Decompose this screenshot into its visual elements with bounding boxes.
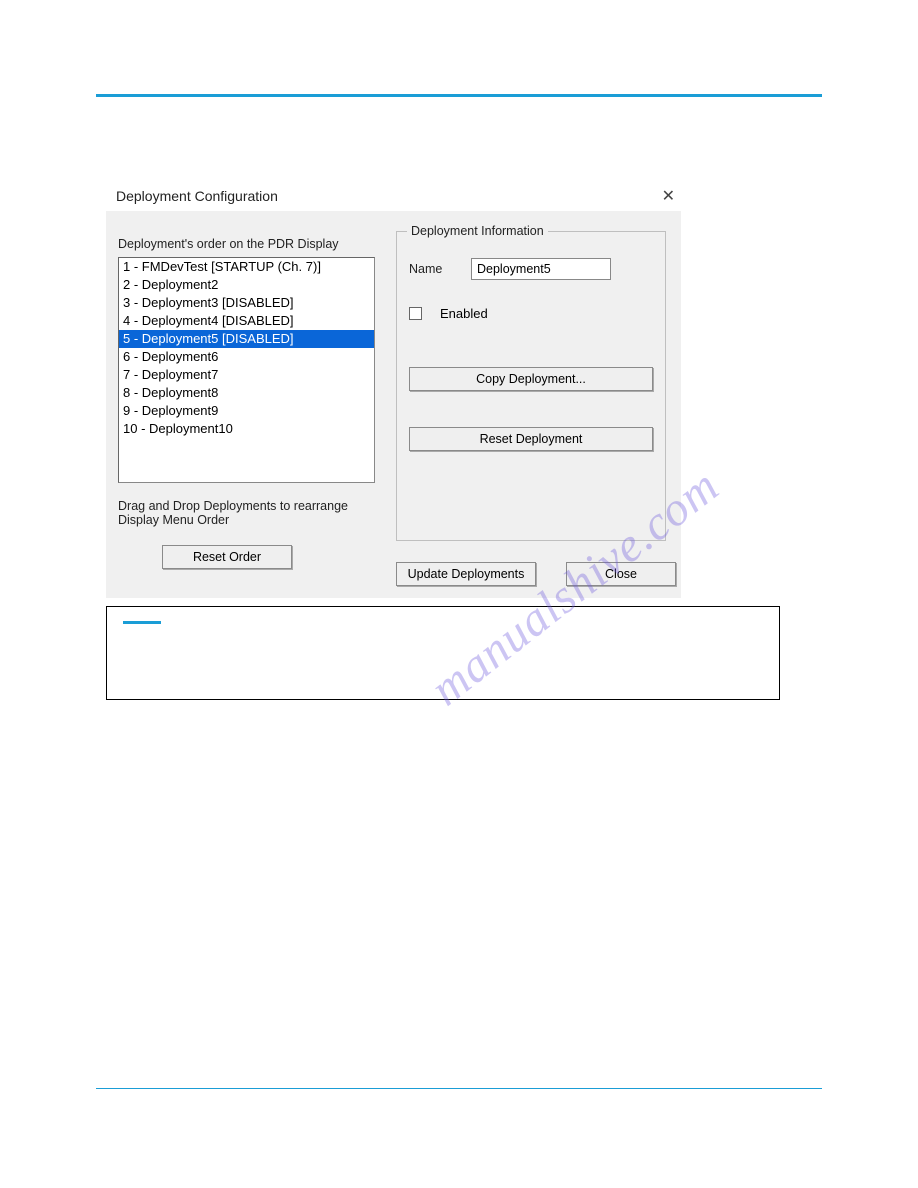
footer-rule <box>96 1088 822 1089</box>
reset-order-button[interactable]: Reset Order <box>162 545 292 569</box>
list-item[interactable]: 2 - Deployment2 <box>119 276 374 294</box>
list-item[interactable]: 6 - Deployment6 <box>119 348 374 366</box>
note-accent <box>123 621 161 624</box>
copy-deployment-button[interactable]: Copy Deployment... <box>409 367 653 391</box>
reset-deployment-button[interactable]: Reset Deployment <box>409 427 653 451</box>
deployment-info-legend: Deployment Information <box>407 224 548 238</box>
update-deployments-button[interactable]: Update Deployments <box>396 562 536 586</box>
name-input[interactable] <box>471 258 611 280</box>
order-pane: Deployment's order on the PDR Display 1 … <box>118 237 386 569</box>
drag-hint: Drag and Drop Deployments to rearrange D… <box>118 499 368 527</box>
note-box <box>106 606 780 700</box>
name-label: Name <box>409 262 457 276</box>
deployment-config-dialog: Deployment Configuration ✕ Deployment's … <box>106 198 681 598</box>
deployment-action-buttons: Copy Deployment... Reset Deployment <box>409 367 653 451</box>
dialog-title: Deployment Configuration <box>116 188 278 204</box>
name-row: Name <box>409 258 653 280</box>
list-item[interactable]: 1 - FMDevTest [STARTUP (Ch. 7)] <box>119 258 374 276</box>
order-heading: Deployment's order on the PDR Display <box>118 237 386 251</box>
enabled-row: Enabled <box>409 306 653 321</box>
list-item[interactable]: 4 - Deployment4 [DISABLED] <box>119 312 374 330</box>
list-item[interactable]: 9 - Deployment9 <box>119 402 374 420</box>
dialog-bottom-buttons: Update Deployments Close <box>396 562 676 586</box>
list-item[interactable]: 5 - Deployment5 [DISABLED] <box>119 330 374 348</box>
list-item[interactable]: 7 - Deployment7 <box>119 366 374 384</box>
deployment-listbox[interactable]: 1 - FMDevTest [STARTUP (Ch. 7)]2 - Deplo… <box>118 257 375 483</box>
close-button[interactable]: Close <box>566 562 676 586</box>
deployment-info-fieldset: Deployment Information Name Enabled Copy… <box>396 231 666 541</box>
close-icon[interactable]: ✕ <box>658 186 679 206</box>
dialog-body: Deployment's order on the PDR Display 1 … <box>106 229 681 598</box>
enabled-label: Enabled <box>440 306 488 321</box>
list-item[interactable]: 3 - Deployment3 [DISABLED] <box>119 294 374 312</box>
dialog-titlebar: Deployment Configuration ✕ <box>106 181 689 211</box>
header-rule <box>96 94 822 97</box>
enabled-checkbox[interactable] <box>409 307 422 320</box>
list-item[interactable]: 8 - Deployment8 <box>119 384 374 402</box>
list-item[interactable]: 10 - Deployment10 <box>119 420 374 438</box>
